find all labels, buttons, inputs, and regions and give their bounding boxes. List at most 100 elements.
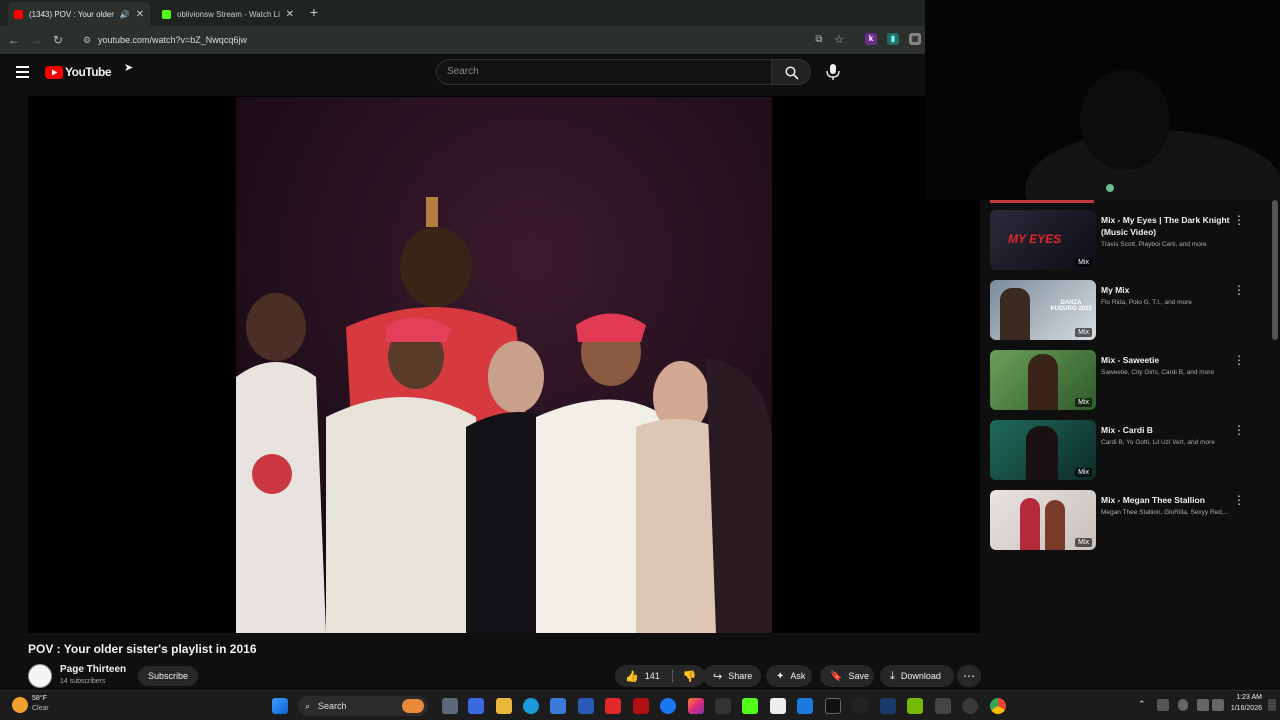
windows-start-icon[interactable] [272,698,288,714]
back-icon[interactable]: ← [6,32,22,48]
more-vertical-icon[interactable]: ⋮ [1233,424,1245,436]
menu-hamburger-icon[interactable] [16,66,29,78]
task-view-icon[interactable] [442,698,458,714]
network-icon[interactable] [1157,699,1169,711]
app-icon[interactable] [852,698,868,714]
recommendation-title[interactable]: My Mix [1101,284,1236,296]
video-thumbnail[interactable]: DANZA KUDURO 2022 Mix [990,280,1096,340]
more-vertical-icon[interactable]: ⋮ [1233,494,1245,506]
clapper-icon[interactable] [715,698,731,714]
clock-time[interactable]: 1:23 AM [1232,694,1262,701]
extension-k-icon[interactable]: k [865,33,877,45]
ask-button[interactable]: ✦ Ask [766,665,812,687]
recommendation-item[interactable]: Mix Mix - Saweetie Saweetie, City Girls,… [990,350,1280,414]
channel-avatar[interactable] [28,664,52,688]
mail-icon[interactable] [578,698,594,714]
clock-date[interactable]: 1/16/2026 [1226,705,1262,712]
recommendation-item[interactable]: MY EYES Mix Mix - My Eyes | The Dark Kni… [990,210,1280,274]
recommendation-title[interactable]: Mix - My Eyes | The Dark Knight (Music V… [1101,214,1236,238]
video-frame-image [236,97,772,633]
thumbnail-text: MY EYES [1008,232,1062,246]
more-actions-button[interactable]: ⋯ [957,665,981,687]
settings-gear-icon[interactable] [962,698,978,714]
kick-app-icon[interactable] [742,698,758,714]
chrome-icon[interactable] [990,698,1006,714]
copilot-icon[interactable] [468,698,484,714]
forward-icon[interactable]: → [28,32,44,48]
thumbnail-person [1045,500,1065,550]
capcut-icon[interactable] [825,698,841,714]
channel-name[interactable]: Page Thirteen [60,664,126,675]
nvidia-icon[interactable] [907,698,923,714]
more-vertical-icon[interactable]: ⋮ [1233,354,1245,366]
recommendation-title[interactable]: Mix - Megan Thee Stallion [1101,494,1236,506]
video-thumbnail[interactable]: Mix [990,490,1096,550]
facebook-icon[interactable] [660,698,676,714]
taskbar-search[interactable]: ⌕ Search [298,696,428,716]
extension-speed-icon[interactable]: ▮ [887,33,899,45]
save-button[interactable]: 🔖 Save [820,665,874,687]
address-bar[interactable]: ⚙ youtube.com/watch?v=bZ_Nwqcq6jw [76,30,856,50]
recommendation-title[interactable]: Mix - Cardi B [1101,424,1236,436]
mix-badge: Mix [1075,538,1092,547]
video-player[interactable] [28,96,980,633]
ask-label: Ask [790,671,806,681]
video-thumbnail[interactable]: MY EYES Mix [990,210,1096,270]
youtube-app-icon[interactable] [605,698,621,714]
recommendation-item[interactable]: DANZA KUDURO 2022 Mix My Mix Flo Rida, P… [990,280,1280,344]
close-tab-icon[interactable]: ✕ [136,9,144,20]
scrollbar-thumb[interactable] [1272,200,1278,340]
search-button[interactable] [771,59,811,85]
recommendation-item[interactable]: Mix Mix - Megan Thee Stallion Megan Thee… [990,490,1280,554]
netflix-icon[interactable] [633,698,649,714]
close-tab-icon[interactable]: ✕ [286,9,294,20]
audio-playing-icon[interactable]: 🔊 [120,10,130,19]
notification-icon[interactable] [1268,699,1276,711]
epic-games-icon[interactable] [935,698,951,714]
save-label: Save [848,671,869,681]
more-vertical-icon[interactable]: ⋮ [1233,284,1245,296]
dislike-button[interactable]: 👎 [683,670,697,683]
site-info-icon[interactable]: ⚙ [83,30,91,50]
new-tab-icon[interactable]: + [306,4,322,20]
weather-icon[interactable] [12,697,28,713]
youtube-header: YouTube ➤ Search [0,54,925,94]
bookmark-star-icon[interactable]: ☆ [831,32,847,48]
mix-badge: Mix [1075,468,1092,477]
video-thumbnail[interactable]: Mix [990,350,1096,410]
recommendation-subtitle: Flo Rida, Polo G, T.I., and more [1101,299,1192,306]
youtube-logo[interactable]: YouTube [45,65,112,79]
subscribe-button[interactable]: Subscribe [138,666,198,686]
download-button[interactable]: ⤓ Download [880,665,954,687]
extensions-icon[interactable]: ▣ [909,33,921,45]
search-icon: ⌕ [305,701,311,711]
microsoft-store-icon[interactable] [550,698,566,714]
walmart-icon[interactable] [797,698,813,714]
webcam-overlay [925,0,1280,250]
chevron-up-icon[interactable]: ⌃ [1138,699,1146,710]
recommendation-title[interactable]: Mix - Saweetie [1101,354,1236,366]
bookmark-icon: 🔖 [830,670,843,682]
video-thumbnail[interactable]: Mix [990,420,1096,480]
tab-kick[interactable]: oblivionsw Stream - Watch Live ✕ [156,2,300,26]
microphone-icon[interactable] [822,61,844,83]
recommendation-item[interactable]: Mix Mix - Cardi B Cardi B, Yo Gotti, Lil… [990,420,1280,484]
tab-youtube[interactable]: (1343) POV : Your older sis 🔊 ✕ [8,2,150,26]
reload-icon[interactable]: ↻ [50,32,66,48]
monitor-icon[interactable] [1197,699,1209,711]
file-explorer-icon[interactable] [496,698,512,714]
amazon-icon[interactable] [770,698,786,714]
steam-icon[interactable] [880,698,896,714]
speaker-icon[interactable] [1212,699,1224,711]
instagram-icon[interactable] [688,698,704,714]
share-button[interactable]: ↪ Share [703,665,761,687]
edge-browser-icon[interactable] [523,698,539,714]
more-horizontal-icon: ⋯ [963,669,975,683]
mix-badge: Mix [1075,328,1092,337]
install-app-icon[interactable]: ⧉ [811,32,827,48]
microphone-tray-icon[interactable] [1178,699,1188,711]
video-title: POV : Your older sister's playlist in 20… [28,642,257,656]
like-button[interactable]: 👍 141 [625,670,660,683]
more-vertical-icon[interactable]: ⋮ [1233,214,1245,226]
search-input[interactable]: Search [436,59,772,85]
